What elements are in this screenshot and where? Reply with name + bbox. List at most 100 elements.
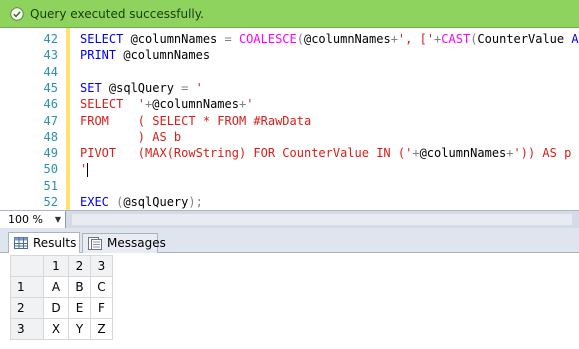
line-number: 51 — [43, 178, 58, 193]
code-token: @columnNames — [303, 32, 391, 46]
messages-icon — [88, 237, 102, 250]
code-token: ) AS b — [80, 129, 182, 144]
table-row: 3 X Y Z — [10, 318, 113, 340]
grid-column-header[interactable]: 2 — [68, 255, 91, 277]
grid-row-header[interactable]: 3 — [10, 318, 44, 340]
code-line[interactable]: 46 SELECT '+@columnNames+' — [0, 95, 579, 113]
code-text: SELECT @columnNames = COALESCE(@columnNa… — [80, 30, 579, 48]
line-number: 49 — [43, 146, 58, 161]
code-line[interactable]: 45 SET @sqlQuery = ' — [0, 79, 579, 97]
code-text: SELECT '+@columnNames+' — [80, 95, 253, 113]
code-line[interactable]: 43 PRINT @columnNames — [0, 46, 579, 64]
code-token: @columnNames — [130, 32, 225, 46]
code-token: ', [' — [397, 32, 435, 46]
line-number: 43 — [43, 48, 58, 63]
code-text: EXEC (@sqlQuery); — [80, 193, 203, 210]
status-message: Query executed successfully. — [30, 6, 204, 21]
tab-messages-label: Messages — [107, 236, 166, 250]
code-line[interactable]: 50 ' — [0, 160, 579, 178]
grid-cell[interactable]: Y — [68, 318, 91, 340]
editor-bottom-bar: 100 % ▼ — [0, 210, 579, 228]
code-token: ); — [188, 195, 203, 209]
grid-cell[interactable]: X — [43, 318, 69, 340]
results-grid[interactable]: 1 2 3 1 A B C 2 D E F 3 X Y Z — [10, 255, 113, 340]
code-line[interactable]: 47 FROM ( SELECT * FROM #RawData — [0, 112, 579, 130]
code-text: FROM ( SELECT * FROM #RawData — [80, 112, 311, 130]
grid-cell[interactable]: E — [68, 297, 91, 319]
code-token: EXEC — [80, 195, 117, 209]
tab-results[interactable]: Results — [8, 232, 80, 253]
grid-row-header[interactable]: 1 — [10, 276, 44, 298]
line-number: 45 — [43, 80, 58, 95]
grid-corner-cell — [10, 255, 44, 277]
code-token: = — [224, 32, 239, 46]
code-token: SELECT — [80, 32, 131, 46]
grid-cell[interactable]: A — [43, 276, 69, 298]
grid-header-row: 1 2 3 — [10, 255, 113, 277]
code-token: + — [506, 146, 514, 161]
code-token: SELECT ' — [80, 97, 146, 112]
code-text: ) AS b — [80, 128, 181, 146]
grid-row-header[interactable]: 2 — [10, 297, 44, 319]
code-token: @columnNames — [123, 48, 211, 63]
code-line[interactable]: 52 EXEC (@sqlQuery); — [0, 193, 579, 210]
code-token: ' — [195, 80, 203, 95]
grid-icon — [14, 237, 28, 249]
code-token: @sqlQuery — [123, 195, 189, 209]
code-line[interactable]: 48 ) AS b — [0, 128, 579, 146]
code-token: ' — [246, 97, 254, 112]
code-token: ' — [80, 162, 88, 177]
code-token: ( — [296, 32, 304, 46]
code-token: AS V — [571, 32, 579, 46]
grid-column-header[interactable]: 1 — [43, 255, 69, 277]
code-token: ')) AS p — [513, 146, 572, 161]
code-token: PIVOT (MAX(RowString) FOR CounterValue I… — [80, 146, 413, 161]
table-row: 2 D E F — [10, 297, 113, 319]
code-token: = — [181, 80, 196, 95]
code-token: + — [390, 32, 398, 46]
grid-cell[interactable]: D — [43, 297, 69, 319]
code-text: PIVOT (MAX(RowString) FOR CounterValue I… — [80, 144, 571, 162]
chevron-down-icon: ▼ — [54, 215, 61, 224]
code-token: CAST — [441, 32, 471, 46]
line-number: 52 — [43, 195, 58, 209]
code-line[interactable]: 42 SELECT @columnNames = COALESCE(@column… — [0, 30, 579, 48]
grid-cell[interactable]: Z — [90, 318, 113, 340]
code-text: ' — [80, 160, 89, 178]
zoom-select[interactable]: 100 % ▼ — [0, 211, 66, 228]
line-number: 48 — [43, 129, 58, 144]
table-row: 1 A B C — [10, 276, 113, 298]
code-line[interactable]: 44 — [0, 63, 579, 81]
success-check-icon — [10, 6, 24, 21]
code-token: FROM ( SELECT * FROM #RawData — [80, 113, 312, 128]
code-text: SET @sqlQuery = ' — [80, 79, 203, 97]
code-token: SET — [80, 80, 109, 95]
results-tab-bar: Results Messages — [0, 228, 579, 253]
line-number: 42 — [43, 32, 58, 46]
code-token: CounterValue — [477, 32, 572, 46]
line-number: 46 — [43, 97, 58, 112]
grid-cell[interactable]: F — [90, 297, 113, 319]
text-cursor — [87, 162, 89, 177]
tab-results-label: Results — [33, 235, 77, 250]
status-bar: Query executed successfully. — [0, 0, 579, 28]
sql-editor[interactable]: 42 SELECT @columnNames = COALESCE(@column… — [0, 28, 579, 210]
grid-cell[interactable]: B — [68, 276, 91, 298]
horizontal-scrollbar[interactable] — [72, 214, 572, 225]
line-number: 44 — [43, 64, 58, 79]
code-text: PRINT @columnNames — [80, 46, 210, 64]
code-line[interactable]: 51 — [0, 177, 579, 195]
code-token: PRINT — [80, 48, 124, 63]
grid-column-header[interactable]: 3 — [90, 255, 113, 277]
code-token: @columnNames — [419, 146, 507, 161]
code-line[interactable]: 49 PIVOT (MAX(RowString) FOR CounterValue… — [0, 144, 579, 162]
grid-cell[interactable]: C — [90, 276, 113, 298]
code-token: + — [412, 146, 420, 161]
code-token: @columnNames — [152, 97, 239, 112]
line-number: 47 — [43, 113, 58, 128]
zoom-value: 100 % — [8, 213, 43, 226]
code-token: @sqlQuery — [108, 80, 182, 95]
code-token: COALESCE — [238, 32, 297, 46]
tab-messages[interactable]: Messages — [82, 233, 166, 253]
line-number: 50 — [43, 162, 58, 177]
